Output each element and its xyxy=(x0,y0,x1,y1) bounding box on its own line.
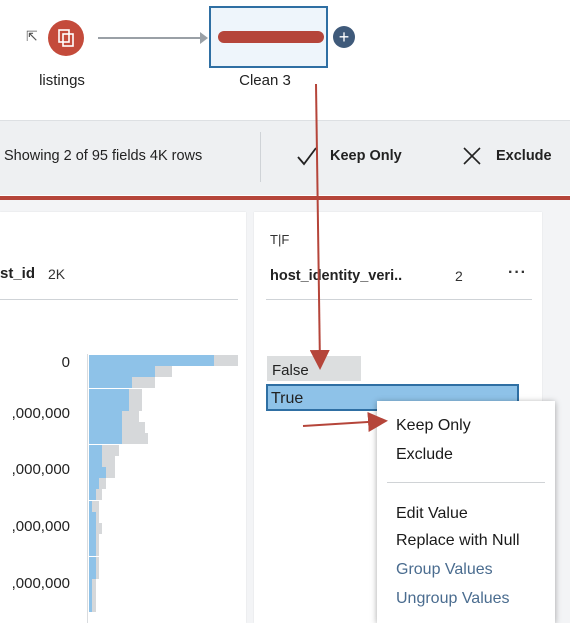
annotation-arrows xyxy=(302,83,388,432)
annotation-arrow-right xyxy=(302,412,388,432)
annotation-arrow-down xyxy=(309,83,330,370)
